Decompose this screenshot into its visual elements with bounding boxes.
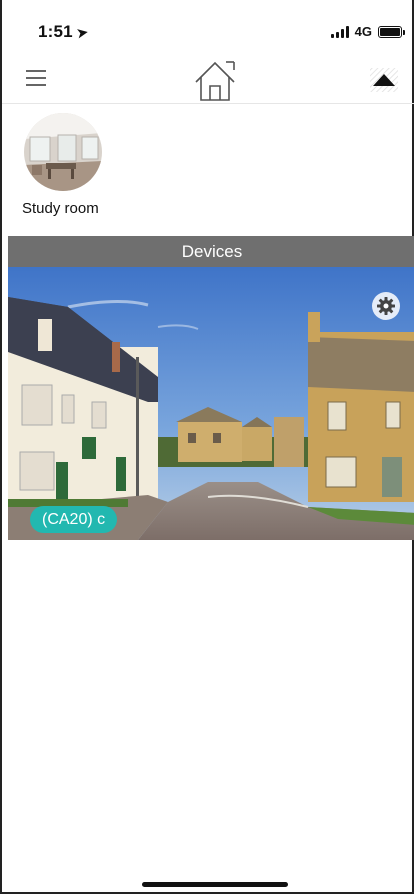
status-time: 1:51 ➤ xyxy=(38,22,90,42)
time-text: 1:51 xyxy=(38,22,73,41)
devices-section-header: Devices xyxy=(8,236,414,267)
menu-icon[interactable] xyxy=(26,70,46,86)
status-bar: 1:51 ➤ 4G xyxy=(2,0,414,56)
room-item-study-room[interactable]: Study room xyxy=(22,113,112,217)
phone-screen: 1:51 ➤ 4G Study room Devices (CA20) c xyxy=(0,0,414,894)
gear-icon xyxy=(377,297,395,315)
device-settings-button[interactable] xyxy=(372,292,400,320)
home-indicator[interactable] xyxy=(142,882,288,887)
battery-icon xyxy=(378,25,405,38)
room-label: Study room xyxy=(22,200,99,217)
signal-icon xyxy=(330,25,349,38)
nav-bar xyxy=(2,56,414,104)
triangle-up-icon[interactable] xyxy=(368,66,400,94)
network-type: 4G xyxy=(354,24,372,39)
device-card[interactable]: (CA20) c xyxy=(8,267,414,540)
camera-preview-image xyxy=(8,267,414,540)
device-name-badge: (CA20) c xyxy=(30,506,118,533)
room-avatar xyxy=(24,113,102,191)
home-icon[interactable] xyxy=(192,58,238,102)
status-indicators: 4G xyxy=(330,24,405,39)
location-arrow-icon: ➤ xyxy=(75,24,90,41)
